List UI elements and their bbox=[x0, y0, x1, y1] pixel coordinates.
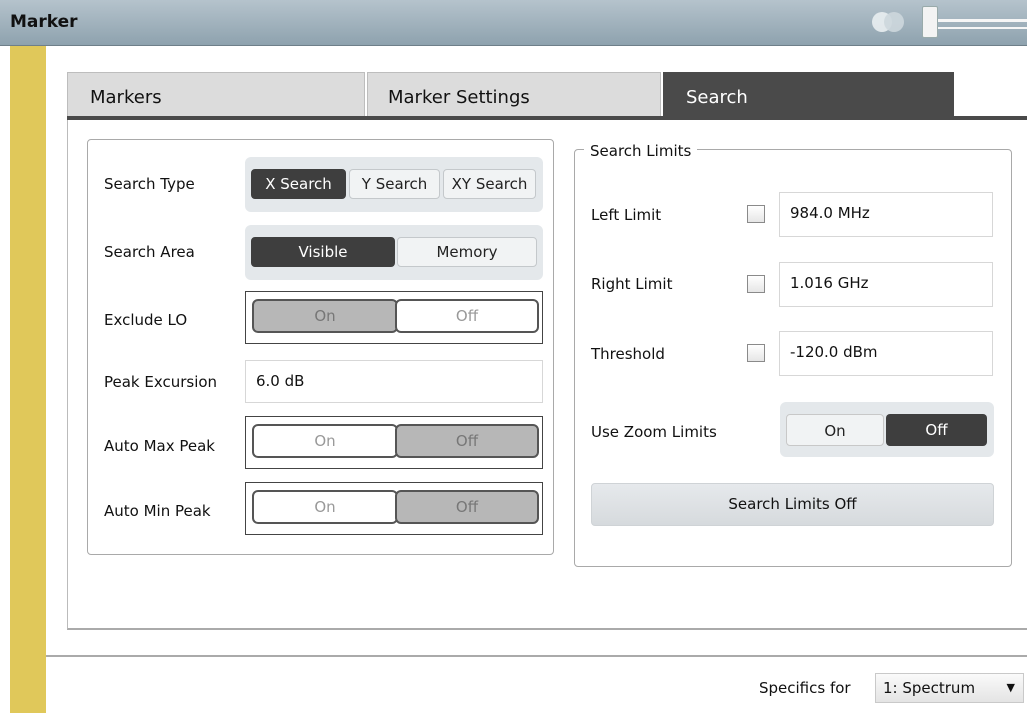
use-zoom-limits-on[interactable]: On bbox=[786, 414, 884, 446]
tab-search[interactable]: Search bbox=[663, 72, 954, 120]
right-limit-checkbox[interactable] bbox=[747, 275, 765, 293]
transparency-slider-thumb[interactable] bbox=[922, 6, 938, 38]
auto-min-peak-on[interactable]: On bbox=[252, 490, 398, 524]
tab-marker-settings[interactable]: Marker Settings bbox=[367, 72, 661, 118]
transparency-slider-track[interactable] bbox=[938, 19, 1027, 22]
auto-min-peak-toggle: On Off bbox=[245, 482, 543, 535]
search-limits-off-button[interactable]: Search Limits Off bbox=[591, 483, 994, 526]
left-edge bbox=[0, 46, 10, 713]
specifics-dropdown[interactable]: 1: Spectrum ▼ bbox=[875, 673, 1024, 703]
use-zoom-limits-toggle: On Off bbox=[780, 402, 994, 457]
threshold-checkbox[interactable] bbox=[747, 344, 765, 362]
visible-button[interactable]: Visible bbox=[251, 237, 395, 267]
search-area-label: Search Area bbox=[104, 243, 195, 261]
tab-search-label: Search bbox=[686, 87, 748, 108]
exclude-lo-label: Exclude LO bbox=[104, 311, 188, 329]
exclude-lo-on[interactable]: On bbox=[252, 299, 398, 333]
left-limit-label: Left Limit bbox=[591, 206, 662, 224]
left-limit-checkbox[interactable] bbox=[747, 205, 765, 223]
auto-min-peak-label: Auto Min Peak bbox=[104, 502, 211, 520]
search-limits-legend: Search Limits bbox=[584, 142, 698, 160]
chevron-down-icon: ▼ bbox=[1006, 681, 1015, 694]
tab-markers[interactable]: Markers bbox=[67, 72, 365, 118]
transparency-slider-track-2 bbox=[938, 27, 1027, 29]
memory-button[interactable]: Memory bbox=[397, 237, 537, 267]
exclude-lo-off[interactable]: Off bbox=[395, 299, 539, 333]
exclude-lo-toggle: On Off bbox=[245, 291, 543, 344]
title-bar: Marker bbox=[0, 0, 1027, 46]
window-title: Marker bbox=[10, 12, 78, 32]
left-stripe bbox=[10, 46, 46, 713]
right-limit-label: Right Limit bbox=[591, 275, 673, 293]
specifics-for-label: Specifics for bbox=[759, 679, 851, 697]
left-limit-input[interactable]: 984.0 MHz bbox=[779, 192, 993, 237]
search-type-label: Search Type bbox=[104, 175, 195, 193]
threshold-input[interactable]: -120.0 dBm bbox=[779, 331, 993, 376]
search-type-selector: X Search Y Search XY Search bbox=[245, 157, 543, 212]
peak-excursion-label: Peak Excursion bbox=[104, 373, 218, 391]
y-search-button[interactable]: Y Search bbox=[349, 169, 440, 199]
auto-min-peak-off[interactable]: Off bbox=[395, 490, 539, 524]
tab-markers-label: Markers bbox=[90, 87, 162, 108]
threshold-label: Threshold bbox=[591, 345, 665, 363]
peak-excursion-input[interactable]: 6.0 dB bbox=[245, 360, 543, 403]
auto-max-peak-off[interactable]: Off bbox=[395, 424, 539, 458]
x-search-button[interactable]: X Search bbox=[251, 169, 346, 199]
right-limit-input[interactable]: 1.016 GHz bbox=[779, 262, 993, 307]
specifics-value: 1: Spectrum bbox=[883, 679, 976, 697]
tab-marker-settings-label: Marker Settings bbox=[388, 87, 530, 108]
auto-max-peak-on[interactable]: On bbox=[252, 424, 398, 458]
auto-max-peak-toggle: On Off bbox=[245, 416, 543, 469]
use-zoom-limits-label: Use Zoom Limits bbox=[591, 423, 717, 441]
auto-max-peak-label: Auto Max Peak bbox=[104, 437, 215, 455]
xy-search-button[interactable]: XY Search bbox=[443, 169, 536, 199]
use-zoom-limits-off[interactable]: Off bbox=[886, 414, 987, 446]
search-area-selector: Visible Memory bbox=[245, 225, 543, 280]
footer-divider bbox=[46, 655, 1027, 657]
circle-icon-2[interactable] bbox=[884, 12, 904, 32]
